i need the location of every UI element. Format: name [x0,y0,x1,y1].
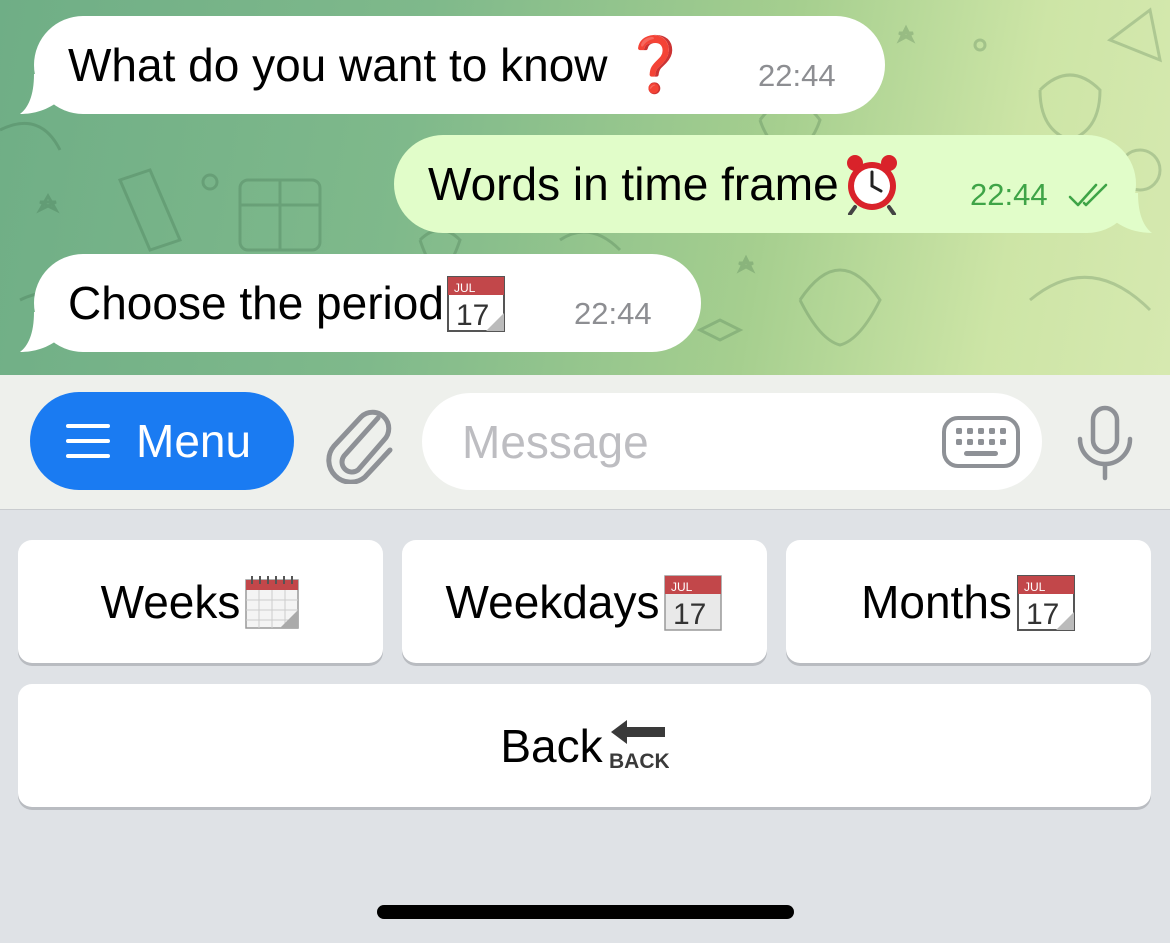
calendar-month-text: JUL [671,580,693,594]
hamburger-icon [66,424,110,458]
weeks-button[interactable]: Weeks [18,540,383,663]
message-text: Choose the period [68,277,444,329]
bubble-tail [20,74,60,114]
menu-button[interactable]: Menu [30,392,294,490]
calendar-month-text: JUL [1024,580,1046,594]
home-indicator[interactable] [377,905,794,919]
calendar-day-text: 17 [456,299,489,332]
back-arrow-icon: BACK [609,719,669,773]
bubble-tail [1112,193,1152,233]
microphone-icon[interactable] [1072,405,1138,481]
message-bubble-incoming[interactable]: Choose the period JUL 17 22:44 [20,254,701,352]
calendar-icon: JUL 17 [1016,574,1075,631]
months-button[interactable]: Months JUL 17 [786,540,1151,663]
back-button-label: Back [500,719,603,772]
calendar-icon: JUL 17 [446,276,505,332]
paperclip-icon[interactable] [322,400,396,484]
back-emoji-text: BACK [609,750,669,773]
question-mark-icon: ❓ [621,33,689,96]
calendar-day-text: 17 [673,598,706,631]
message-text: Words in time frame [428,158,839,210]
keyboard-icon[interactable] [942,416,1020,468]
message-time: 22:44 [758,58,836,93]
message-bubble-incoming[interactable]: What do you want to know ❓ 22:44 [20,16,885,114]
message-bubble-outgoing[interactable]: Words in time frame 22:44 [394,135,1152,233]
weeks-button-label: Weeks [100,575,241,628]
reply-keyboard: Weeks Weekdays JUL 17 Months JUL 17 Back… [0,510,1170,943]
message-time: 22:44 [574,296,652,331]
message-time: 22:44 [970,177,1048,212]
alarm-clock-icon [846,155,897,215]
spiral-calendar-icon [245,575,300,629]
months-button-label: Months [861,575,1012,628]
calendar-icon: JUL 17 [664,574,723,631]
menu-button-label: Menu [136,415,252,467]
weekdays-button-label: Weekdays [445,575,660,628]
message-field[interactable] [422,393,1042,490]
message-input-bar: Menu [0,375,1170,510]
chat-area: What do you want to know ❓ 22:44 Words i… [0,0,1170,375]
weekdays-button[interactable]: Weekdays JUL 17 [402,540,767,663]
back-button[interactable]: Back BACK [18,684,1151,807]
bubble-tail [20,312,60,352]
read-checkmarks-icon [1068,183,1108,207]
calendar-day-text: 17 [1026,598,1059,631]
message-input[interactable] [460,413,934,470]
calendar-month-text: JUL [454,281,476,295]
message-text: What do you want to know [68,39,608,91]
